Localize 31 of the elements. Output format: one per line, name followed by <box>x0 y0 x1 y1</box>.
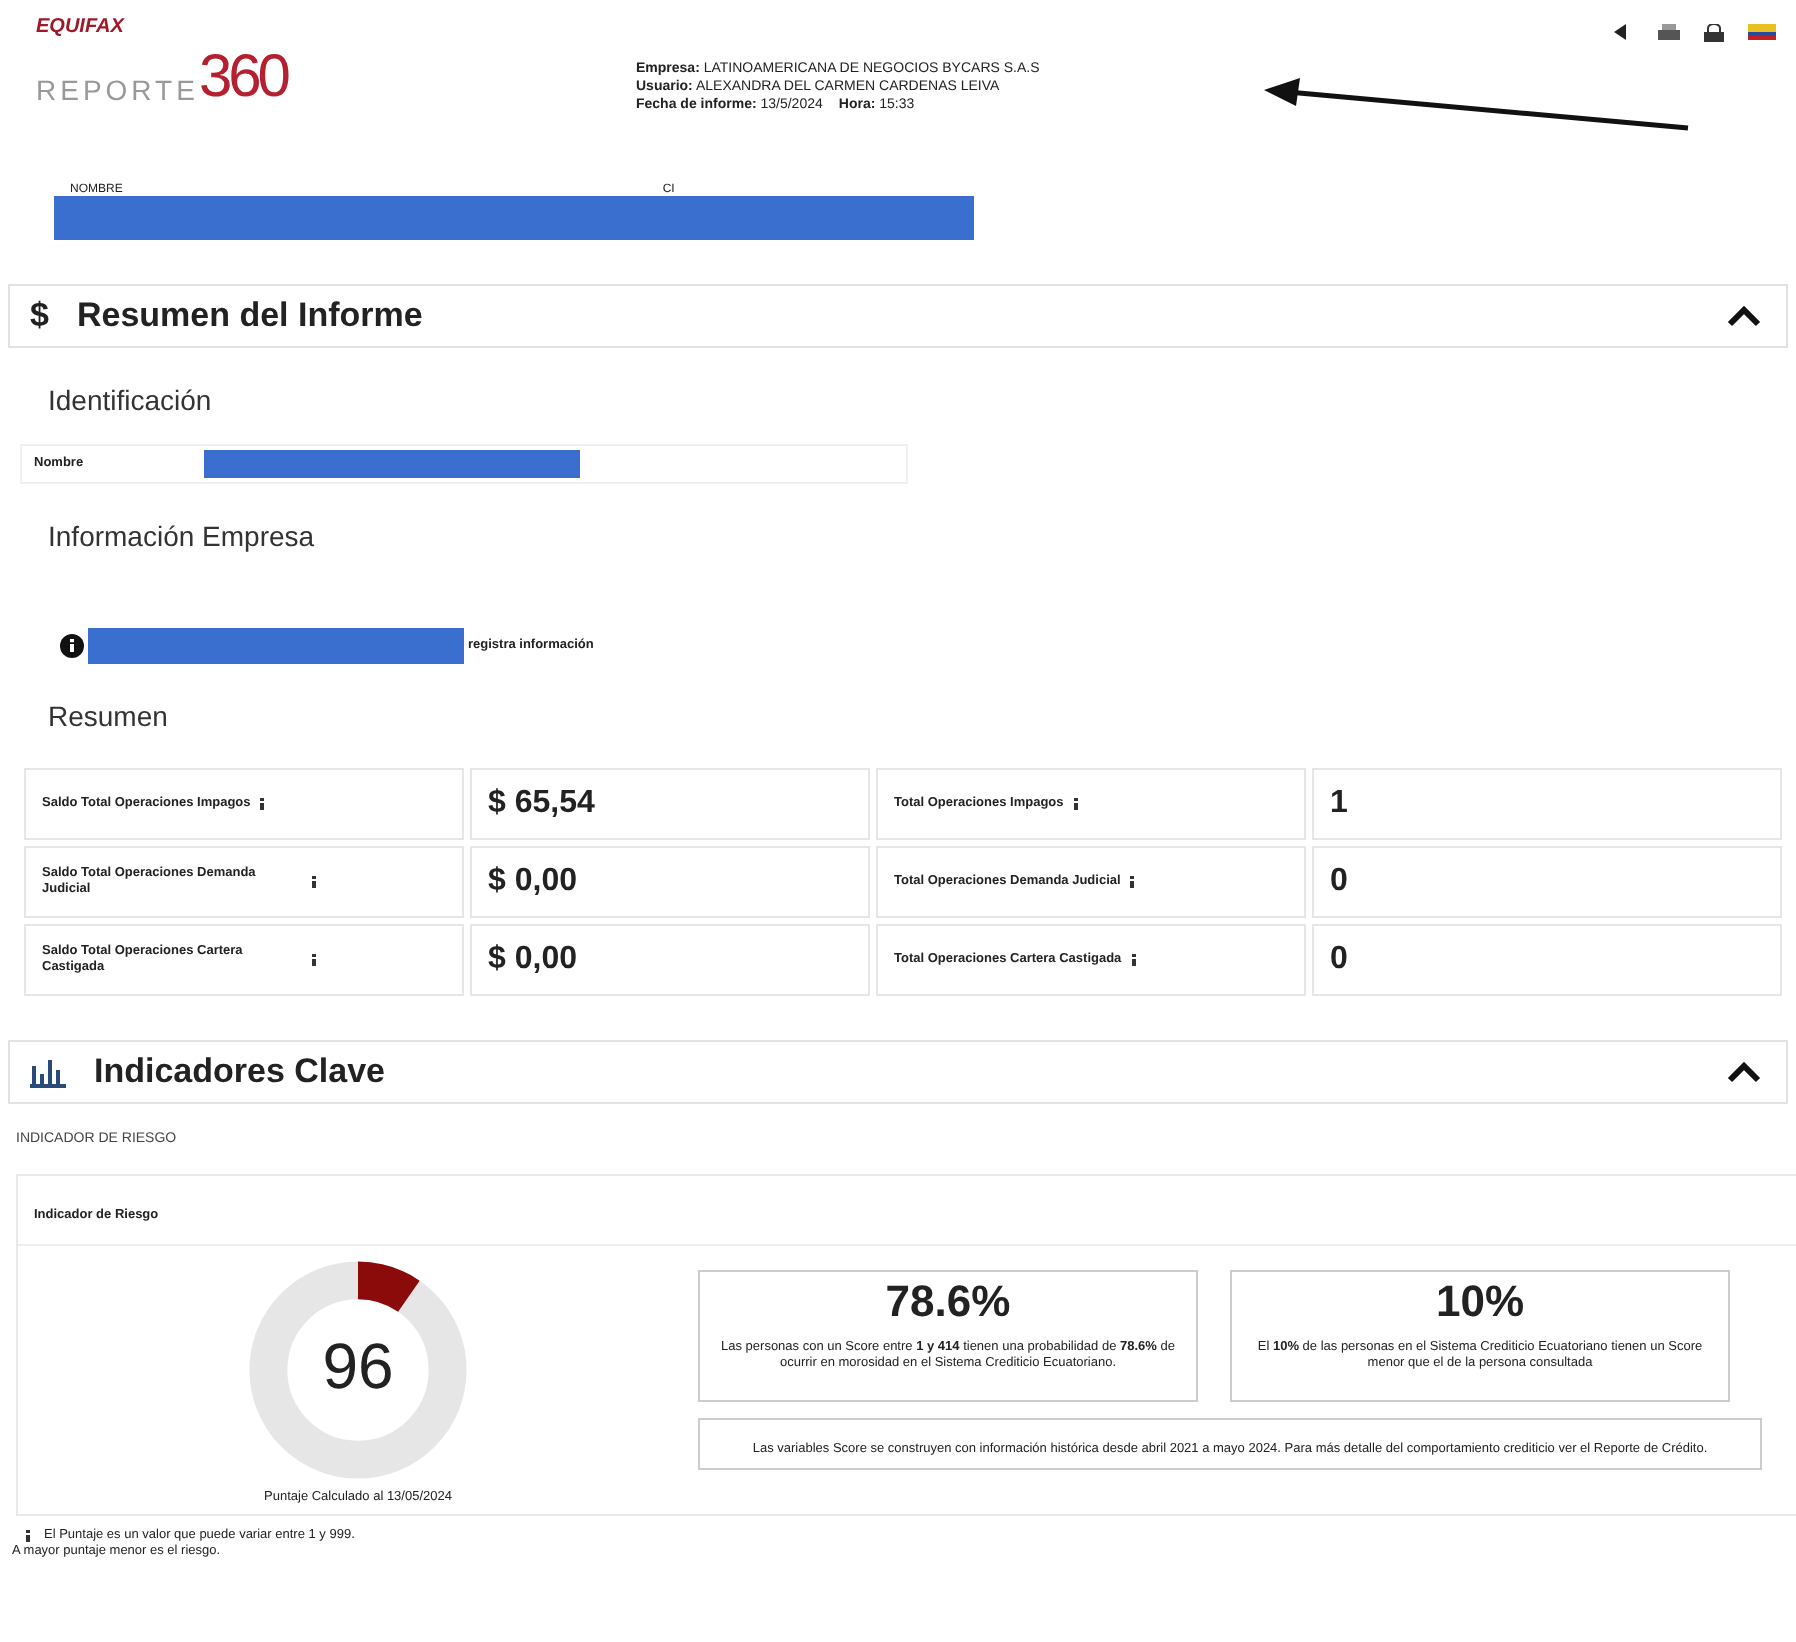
table-cell: $ 0,00 <box>470 924 870 996</box>
section-header[interactable]: $ Resumen del Informe <box>8 284 1788 348</box>
printer-icon[interactable] <box>1658 24 1680 42</box>
lock-icon[interactable] <box>1704 24 1724 42</box>
info-icon[interactable] <box>258 798 267 810</box>
info-icon[interactable] <box>310 954 318 966</box>
table-cell: $ 65,54 <box>470 768 870 840</box>
info-icon[interactable] <box>310 876 318 888</box>
subsection-title: Resumen <box>48 700 170 732</box>
stat-value: 10% <box>1435 1276 1525 1328</box>
table-cell: 0 <box>1312 846 1782 918</box>
table-cell: $ 0,00 <box>470 846 870 918</box>
flag-icon[interactable] <box>1748 24 1776 40</box>
subsection-title: Información Empresa <box>48 520 317 552</box>
company-logo: EQUIFAX <box>36 16 124 38</box>
info-icon <box>24 1530 32 1542</box>
table-cell: 1 <box>1312 768 1782 840</box>
risk-score: 96 <box>320 1330 396 1404</box>
bar-chart-icon <box>30 1057 66 1087</box>
stat-value: 78.6% <box>885 1276 1011 1328</box>
section-header[interactable]: Indicadores Clave <box>8 1040 1788 1104</box>
collapse-icon[interactable] <box>1726 1061 1762 1083</box>
info-icon[interactable] <box>1129 954 1138 966</box>
info-icon[interactable] <box>1128 876 1137 888</box>
product-logo: REPORTE 360 <box>36 50 287 106</box>
table-cell: 0 <box>1312 924 1782 996</box>
info-icon <box>60 634 84 658</box>
info-icon[interactable] <box>1071 798 1080 810</box>
subsection-title: Identificación <box>48 384 214 416</box>
dollar-icon: $ <box>30 296 49 336</box>
collapse-icon[interactable] <box>1726 305 1762 327</box>
